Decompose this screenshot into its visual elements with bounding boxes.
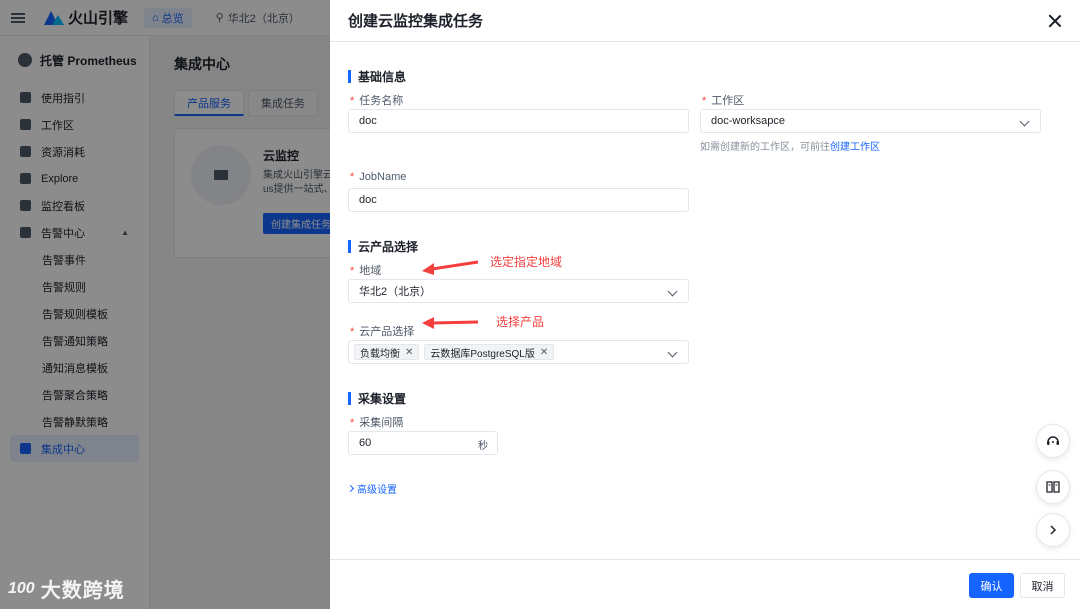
drawer-header: 创建云监控集成任务 (330, 0, 1080, 42)
product-tag: 云数据库PostgreSQL版 ✕ (424, 344, 555, 360)
task-name-input[interactable]: doc (348, 109, 689, 133)
section-basic-info: 基础信息 (348, 68, 406, 85)
chevron-down-icon (1019, 116, 1030, 127)
jobname-label: * JobName (350, 171, 407, 183)
docs-button[interactable] (1036, 470, 1070, 504)
workspace-help-text: 如需创建新的工作区，可前往创建工作区 (700, 142, 880, 153)
task-name-label: * 任务名称 (350, 95, 404, 107)
confirm-button[interactable]: 确认 (969, 573, 1014, 598)
interval-unit: 秒 (478, 441, 488, 452)
annotation-arrow-icon (422, 260, 479, 275)
close-icon[interactable] (1046, 12, 1064, 30)
section-collect-settings: 采集设置 (348, 390, 406, 407)
chevron-right-icon (1050, 525, 1057, 535)
modal-overlay[interactable] (0, 0, 330, 609)
annotation-arrow-icon (422, 317, 479, 329)
chevron-right-icon (346, 484, 355, 493)
section-cloud-product: 云产品选择 (348, 238, 418, 255)
interval-input[interactable]: 60 秒 (348, 431, 498, 455)
drawer-title: 创建云监控集成任务 (348, 13, 484, 30)
product-tag: 负载均衡 ✕ (354, 344, 420, 360)
headset-icon (1047, 436, 1059, 445)
region-label: * 地域 (350, 265, 382, 277)
watermark: 100 大数跨境 (8, 574, 125, 603)
close-icon[interactable]: ✕ (405, 347, 413, 358)
close-icon[interactable]: ✕ (540, 347, 548, 358)
book-icon (1046, 481, 1060, 493)
workspace-select[interactable]: doc-worksapce (700, 109, 1041, 133)
jobname-input[interactable]: doc (348, 188, 689, 212)
region-annotation: 选定指定地域 (490, 255, 563, 269)
interval-label: * 采集间隔 (350, 417, 404, 429)
product-label: * 云产品选择 (350, 326, 415, 338)
chevron-down-icon (667, 347, 678, 358)
product-annotation: 选择产品 (496, 315, 545, 329)
drawer-footer: 确认 取消 (330, 559, 1080, 609)
support-button[interactable] (1036, 424, 1070, 458)
chevron-down-icon (667, 286, 678, 297)
create-task-drawer: 创建云监控集成任务 基础信息 * 任务名称 doc * 工作区 doc-worksa… (330, 0, 1080, 609)
region-select[interactable]: 华北2（北京） (348, 279, 689, 303)
cancel-button[interactable]: 取消 (1020, 573, 1065, 598)
create-workspace-link[interactable]: 创建工作区 (830, 142, 880, 153)
workspace-label: * 工作区 (702, 95, 745, 107)
expand-button[interactable] (1036, 513, 1070, 547)
watermark-text: 大数跨境 (40, 580, 125, 602)
product-multiselect[interactable]: 负载均衡 ✕ 云数据库PostgreSQL版 ✕ (348, 340, 689, 364)
watermark-logo: 100 (8, 579, 35, 597)
advanced-settings-toggle[interactable]: 高级设置 (346, 481, 397, 496)
